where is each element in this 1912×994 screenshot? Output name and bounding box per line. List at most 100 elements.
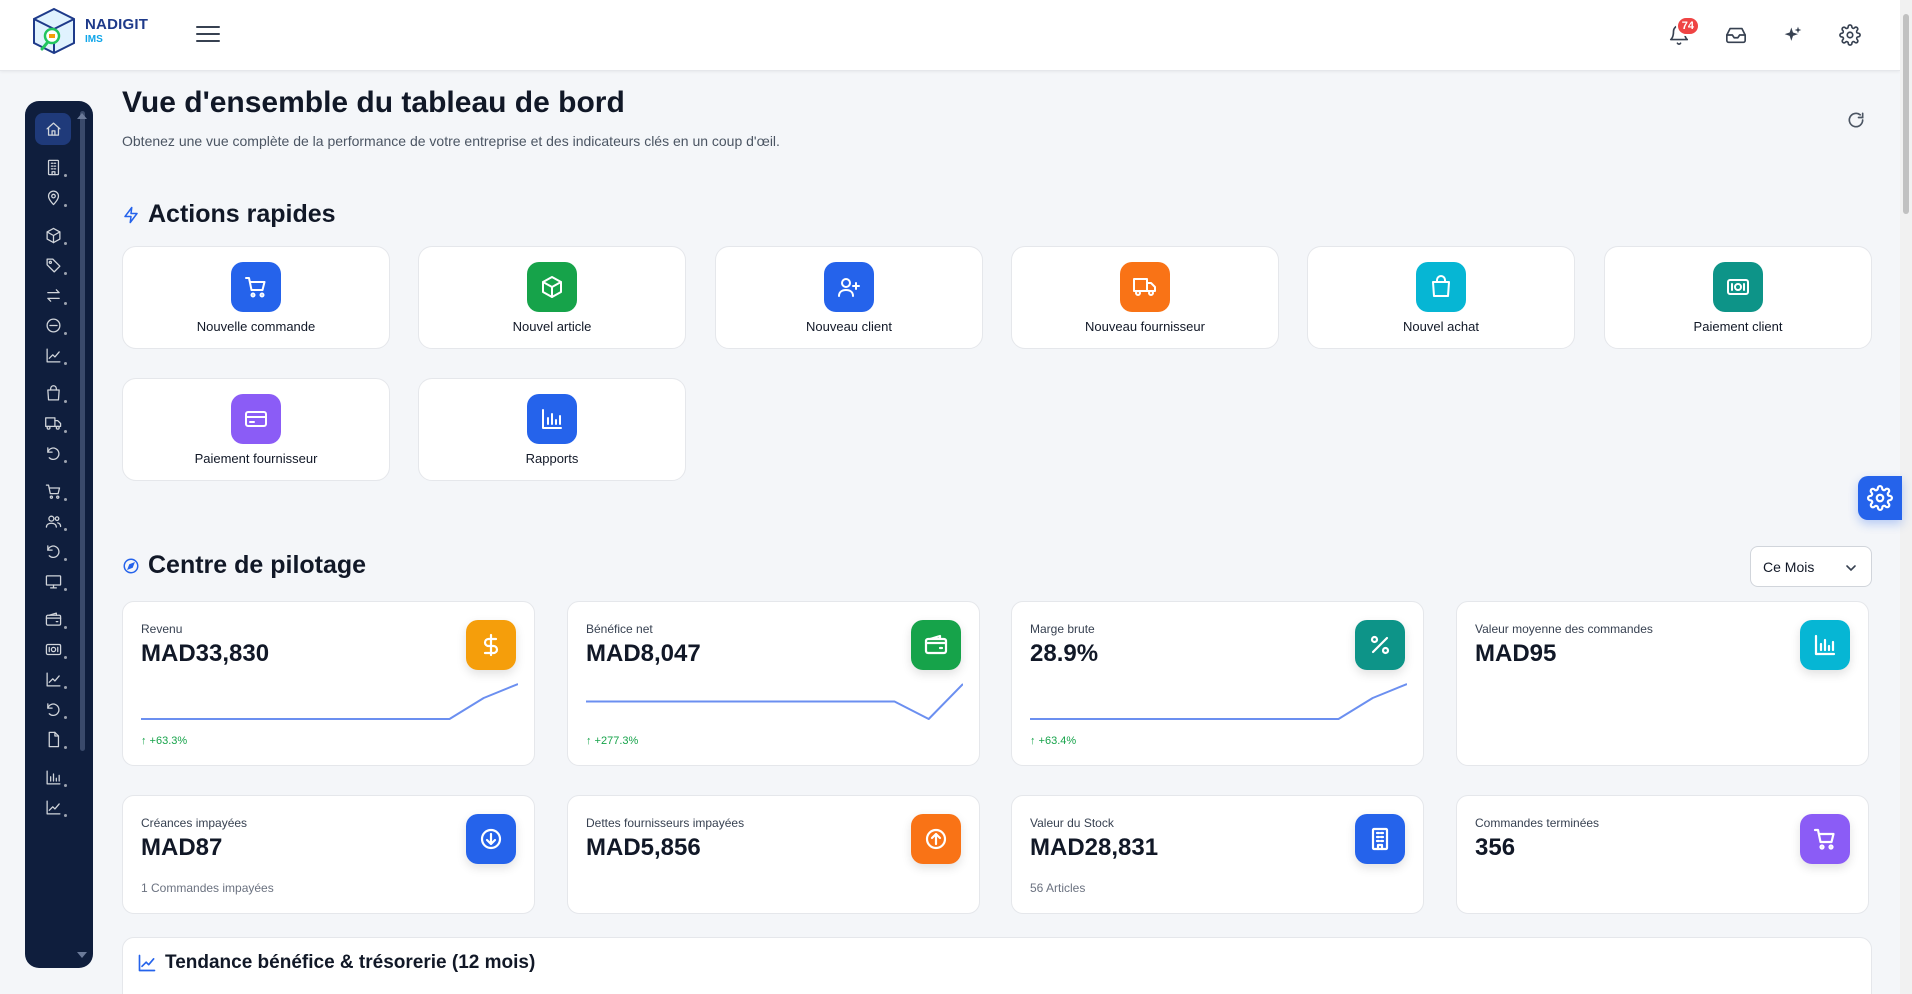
quick-action-nouveau-client[interactable]: Nouveau client (715, 246, 983, 349)
submenu-dot (64, 332, 67, 335)
sidebar-item-9[interactable] (35, 377, 71, 409)
quick-action-paiement-fournisseur[interactable]: Paiement fournisseur (122, 378, 390, 481)
sidebar-item-10[interactable] (35, 407, 71, 439)
sidebar-item-8[interactable] (35, 339, 71, 371)
kpi-card[interactable]: Valeur moyenne des commandes MAD95 (1456, 601, 1869, 766)
sidebar-item-20[interactable] (35, 723, 71, 755)
page-subtitle: Obtenez une vue complète de la performan… (122, 133, 780, 149)
sidebar-item-6[interactable] (35, 279, 71, 311)
submenu-dot (64, 498, 67, 501)
quick-action-nouvelle-commande[interactable]: Nouvelle commande (122, 246, 390, 349)
quick-action-label: Nouveau fournisseur (1085, 319, 1205, 334)
sidebar-item-11[interactable] (35, 437, 71, 469)
sidebar-scroll-up[interactable] (77, 113, 87, 119)
sidebar-item-17[interactable] (35, 633, 71, 665)
sidebar-item-5[interactable] (35, 249, 71, 281)
sidebar-item-1[interactable] (35, 113, 71, 145)
kpi-label: Bénéfice net (586, 622, 653, 636)
customizer-button[interactable] (1858, 476, 1902, 520)
sidebar-item-3[interactable] (35, 181, 71, 213)
gear-icon (1867, 485, 1893, 511)
sidebar-item-7[interactable] (35, 309, 71, 341)
menu-toggle-icon[interactable] (196, 24, 220, 44)
stat-card[interactable]: Dettes fournisseurs impayées MAD5,856 (567, 795, 980, 914)
quick-action-nouvel-article[interactable]: Nouvel article (418, 246, 686, 349)
sidebar-item-14[interactable] (35, 535, 71, 567)
sidebar-scroll-down[interactable] (77, 952, 87, 958)
stat-card[interactable]: Valeur du Stock MAD28,831 56 Articles (1011, 795, 1424, 914)
submenu-dot (64, 814, 67, 817)
stat-note: 56 Articles (1030, 881, 1086, 895)
stat-value: 356 (1475, 834, 1516, 861)
stat-value: MAD87 (141, 834, 223, 861)
sidebar-item-19[interactable] (35, 693, 71, 725)
quick-action-label: Nouvel achat (1403, 319, 1479, 334)
kpi-icon (911, 620, 961, 670)
ai-assistant-button[interactable] (1778, 18, 1808, 52)
kpi-label: Marge brute (1030, 622, 1095, 636)
quick-action-icon (231, 262, 281, 312)
kpi-card[interactable]: Marge brute 28.9% ↑ +63.4% (1011, 601, 1424, 766)
quick-action-rapports[interactable]: Rapports (418, 378, 686, 481)
quick-action-icon (1416, 262, 1466, 312)
quick-action-icon (824, 262, 874, 312)
cart-icon (45, 483, 60, 499)
stat-value: MAD28,831 (1030, 834, 1159, 861)
compass-icon (123, 558, 139, 573)
sidebar-item-22[interactable] (35, 791, 71, 823)
nadigit-logo[interactable] (30, 6, 78, 56)
inbox-button[interactable] (1721, 18, 1751, 52)
bar-chart-icon (45, 769, 61, 785)
brand-sub: IMS (85, 34, 103, 45)
sidebar-item-4[interactable] (35, 219, 71, 251)
refresh-icon[interactable] (1846, 110, 1866, 130)
stat-label: Dettes fournisseurs impayées (586, 816, 745, 830)
stat-label: Créances impayées (141, 816, 248, 830)
quick-action-label: Nouvel article (512, 319, 592, 334)
period-select[interactable]: Ce Mois (1750, 546, 1872, 587)
stat-icon (911, 814, 961, 864)
sidebar (25, 101, 93, 968)
cockpit-title: Centre de pilotage (122, 551, 366, 580)
window-scrollbar-thumb[interactable] (1903, 14, 1909, 214)
notification-badge: 74 (1675, 16, 1700, 36)
stat-label: Commandes terminées (1475, 816, 1600, 830)
stat-card[interactable]: Commandes terminées 356 (1456, 795, 1869, 914)
submenu-dot (64, 400, 67, 403)
sidebar-item-18[interactable] (35, 663, 71, 695)
submenu-dot (64, 626, 67, 629)
submenu-dot (64, 430, 67, 433)
quick-actions-title: Actions rapides (122, 200, 336, 229)
quick-action-nouveau-fournisseur[interactable]: Nouveau fournisseur (1011, 246, 1279, 349)
kpi-sparkline (141, 683, 518, 720)
dollar-icon (483, 633, 499, 657)
shopping-bag-icon (1432, 275, 1450, 297)
kpi-sparkline (1030, 683, 1407, 720)
sidebar-item-15[interactable] (35, 565, 71, 597)
top-bar: NADIGIT IMS 74 (0, 0, 1900, 71)
sidebar-item-16[interactable] (35, 603, 71, 635)
file-icon (48, 731, 59, 747)
brand[interactable]: NADIGIT IMS (85, 16, 148, 45)
transfer-icon (46, 288, 60, 302)
sidebar-item-21[interactable] (35, 761, 71, 793)
quick-action-icon (231, 394, 281, 444)
kpi-value: MAD33,830 (141, 640, 270, 667)
sidebar-scrollbar[interactable] (80, 111, 85, 751)
sidebar-item-13[interactable] (35, 505, 71, 537)
kpi-card[interactable]: Bénéfice net MAD8,047 ↑ +277.3% (567, 601, 980, 766)
quick-action-paiement-client[interactable]: Paiement client (1604, 246, 1872, 349)
cash-icon (45, 643, 61, 655)
shopping-bag-icon (46, 384, 60, 401)
kpi-value: MAD8,047 (586, 640, 701, 667)
quick-action-nouvel-achat[interactable]: Nouvel achat (1307, 246, 1575, 349)
monitor-icon (45, 574, 61, 589)
kpi-icon (1355, 620, 1405, 670)
stat-card[interactable]: Créances impayées MAD87 1 Commandes impayé… (122, 795, 535, 914)
submenu-dot (64, 558, 67, 561)
sidebar-item-2[interactable] (35, 151, 71, 183)
notifications-button[interactable]: 74 (1664, 16, 1700, 52)
settings-button[interactable] (1835, 18, 1865, 52)
kpi-card[interactable]: Revenu MAD33,830 ↑ +63.3% (122, 601, 535, 766)
sidebar-item-12[interactable] (35, 475, 71, 507)
